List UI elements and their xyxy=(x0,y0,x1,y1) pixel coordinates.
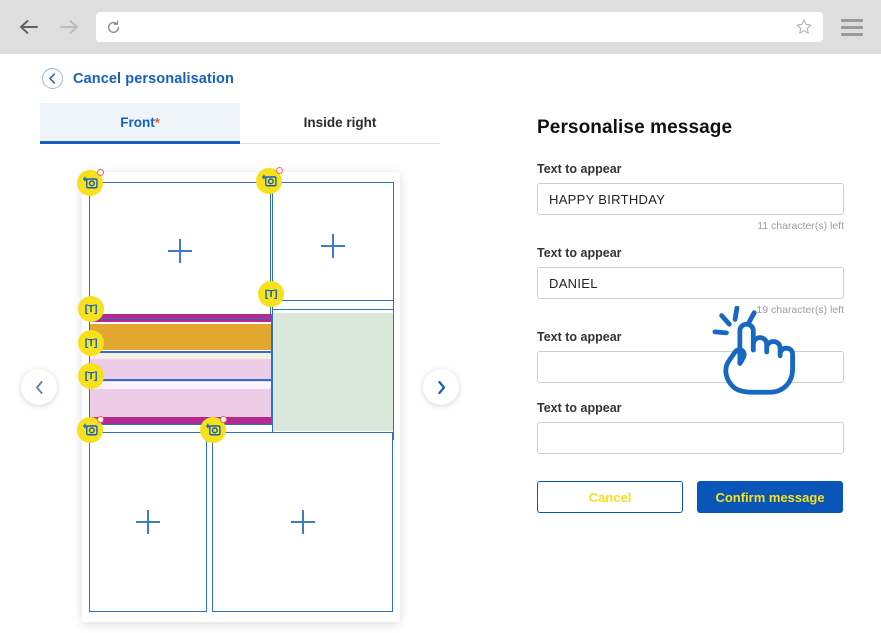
previous-side-button[interactable] xyxy=(21,369,57,405)
photo-zone-bottom-left[interactable] xyxy=(89,432,207,612)
field-group-4: Text to appear xyxy=(537,401,880,454)
badge-text-1[interactable]: [T] xyxy=(78,296,104,322)
plus-icon xyxy=(168,239,192,263)
field-group-1: Text to appear 11 character(s) left xyxy=(537,162,880,232)
chevron-left-icon xyxy=(49,73,56,84)
text-to-appear-input-2[interactable] xyxy=(537,267,844,299)
text-to-appear-input-1[interactable] xyxy=(537,183,844,215)
back-button[interactable] xyxy=(42,68,63,89)
character-counter-2: 19 character(s) left xyxy=(756,304,844,316)
hamburger-menu-icon xyxy=(841,18,863,22)
field-group-2: Text to appear 19 character(s) left xyxy=(537,246,880,316)
page-title: Personalise message xyxy=(537,117,733,138)
card-artboard xyxy=(82,172,400,622)
field-label-1: Text to appear xyxy=(537,162,622,176)
badge-text-2[interactable]: [T] xyxy=(78,330,104,356)
tab-inside-right-label: Inside right xyxy=(303,115,377,130)
photo-zone-bottom-right[interactable] xyxy=(212,432,393,612)
plus-icon xyxy=(321,234,345,258)
required-marker: * xyxy=(154,115,160,130)
form-actions: Cancel Confirm message xyxy=(537,481,880,513)
hamburger-menu-icon xyxy=(841,25,863,29)
alert-dot xyxy=(97,169,104,176)
card-preview-panel: Front* Inside right [T] [T] [T] [T] xyxy=(0,103,480,623)
arrow-left-icon xyxy=(20,20,38,34)
card-preview-canvas: [T] [T] [T] [T] xyxy=(21,166,459,622)
confirm-message-button[interactable]: Confirm message xyxy=(697,481,843,513)
text-field-icon: [T] xyxy=(84,370,98,382)
browser-back-button[interactable] xyxy=(14,12,44,42)
card-side-tabs: Front* Inside right xyxy=(40,103,440,144)
field-group-3: Text to appear xyxy=(537,330,880,383)
tab-inside-right[interactable]: Inside right xyxy=(240,103,440,143)
text-zone-1[interactable] xyxy=(89,318,272,352)
add-photo-icon xyxy=(82,176,98,189)
alert-dot xyxy=(97,416,104,423)
plus-icon xyxy=(290,510,315,534)
add-photo-icon xyxy=(205,423,221,436)
alert-dot xyxy=(220,416,227,423)
badge-add-photo-bottom-left[interactable] xyxy=(77,416,104,443)
badge-add-photo-top-right[interactable] xyxy=(256,167,283,194)
field-label-4: Text to appear xyxy=(537,401,622,415)
text-zone-3[interactable] xyxy=(89,380,272,425)
text-to-appear-input-3[interactable] xyxy=(537,351,844,383)
badge-text-right-middle[interactable]: [T] xyxy=(258,281,284,307)
add-photo-icon xyxy=(82,423,98,436)
text-field-icon: [T] xyxy=(84,303,98,315)
url-input[interactable] xyxy=(129,18,787,36)
hamburger-menu-icon xyxy=(841,32,863,36)
plus-icon xyxy=(136,510,160,534)
browser-forward-button[interactable] xyxy=(54,12,84,42)
reload-icon[interactable] xyxy=(106,19,121,35)
field-label-3: Text to appear xyxy=(537,330,622,344)
browser-menu-button[interactable] xyxy=(841,14,867,40)
text-field-icon: [T] xyxy=(84,337,98,349)
star-icon[interactable] xyxy=(795,18,813,36)
character-counter-1: 11 character(s) left xyxy=(757,220,844,232)
next-side-button[interactable] xyxy=(423,369,459,405)
personalise-message-panel: Personalise message Text to appear 11 ch… xyxy=(480,103,880,623)
photo-zone-top-right[interactable] xyxy=(272,182,394,310)
add-photo-icon xyxy=(261,174,277,187)
photo-zone-top-left[interactable] xyxy=(89,182,271,320)
browser-toolbar xyxy=(0,0,881,54)
badge-add-photo-top-left[interactable] xyxy=(77,169,104,196)
tab-front-label: Front xyxy=(120,115,155,130)
badge-text-3[interactable]: [T] xyxy=(78,363,104,389)
cancel-button[interactable]: Cancel xyxy=(537,481,683,513)
cancel-personalisation-link[interactable]: Cancel personalisation xyxy=(73,71,234,87)
breadcrumb: Cancel personalisation xyxy=(0,54,881,89)
main-content: Front* Inside right [T] [T] [T] [T] Pers… xyxy=(0,89,881,623)
badge-add-photo-bottom-right[interactable] xyxy=(200,416,227,443)
chevron-right-icon xyxy=(437,380,445,394)
alert-dot xyxy=(276,167,283,174)
browser-address-bar[interactable] xyxy=(96,12,823,42)
text-zone-2[interactable] xyxy=(89,352,272,380)
text-to-appear-input-4[interactable] xyxy=(537,422,844,454)
chevron-left-icon xyxy=(35,380,42,394)
field-label-2: Text to appear xyxy=(537,246,622,260)
tab-front[interactable]: Front* xyxy=(40,103,240,144)
text-field-icon: [T] xyxy=(264,288,278,300)
text-zone-right-middle[interactable] xyxy=(272,300,394,440)
arrow-right-icon xyxy=(60,20,78,34)
